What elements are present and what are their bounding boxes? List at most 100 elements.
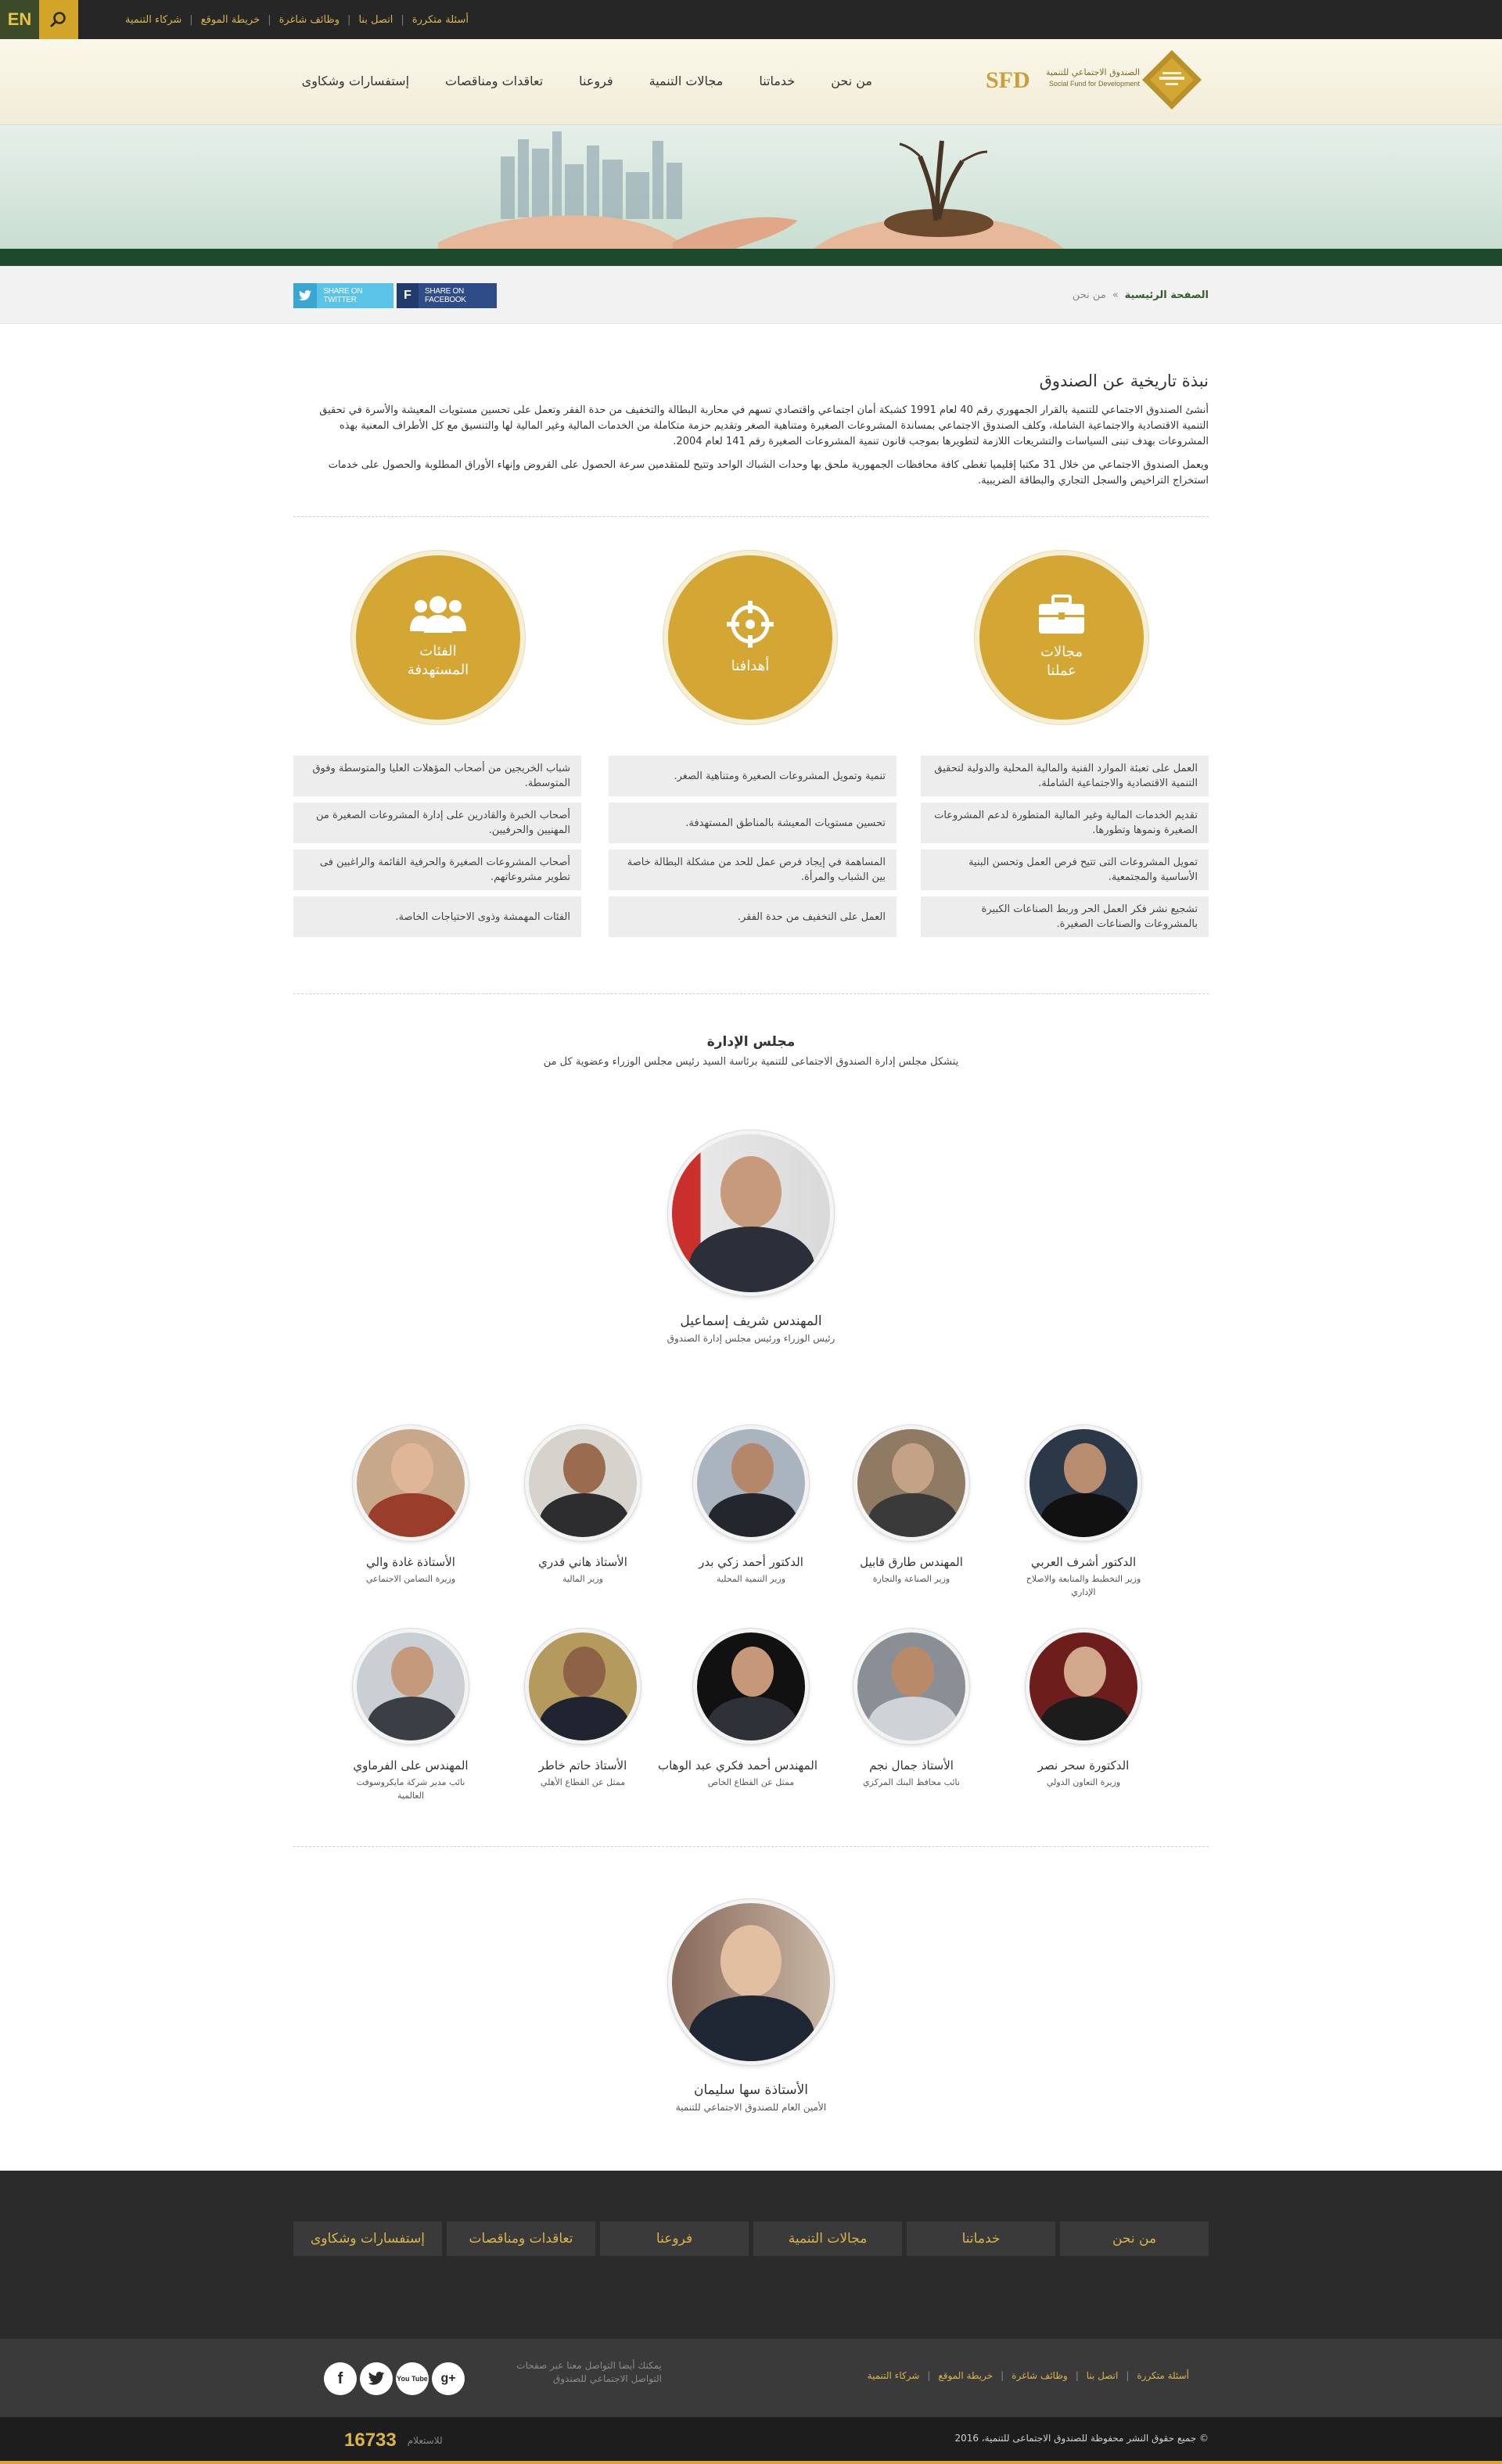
top-link-jobs[interactable]: وظائف شاغرة bbox=[271, 14, 347, 26]
top-bar: EN أسئلة متكررة | اتصل بنا | وظائف شاغرة | … bbox=[0, 0, 1502, 39]
youtube-icon[interactable]: You Tube bbox=[396, 2362, 429, 2395]
avatar bbox=[693, 1425, 809, 1541]
site-header: SFD الصندوق الاجتماعي للتنمية Social Fun… bbox=[0, 39, 1502, 125]
language-switch-button[interactable]: EN bbox=[0, 0, 39, 39]
list-item: المساهمة في إيجاد فرص عمل للحد من مشكلة … bbox=[609, 849, 897, 890]
google-plus-icon[interactable]: g+ bbox=[432, 2362, 465, 2395]
divider bbox=[293, 993, 1209, 994]
target-icon bbox=[727, 601, 774, 648]
sfd-logo[interactable]: SFD الصندوق الاجتماعي للتنمية Social Fun… bbox=[986, 48, 1209, 111]
person-name: المهندس أحمد فكري عبد الوهاب bbox=[657, 1758, 817, 1773]
list-item: تقديم الخدمات المالية وغير المالية المتط… bbox=[921, 803, 1209, 843]
list-item: تحسين مستويات المعيشة بالمناطق المستهدفة… bbox=[609, 803, 897, 843]
hotline-label: للاستعلام bbox=[407, 2435, 443, 2446]
footer-nav-inquiries[interactable]: إستفسارات وشكاوى bbox=[293, 2222, 442, 2256]
nav-tenders[interactable]: تعاقدات ومناقصات bbox=[445, 74, 543, 88]
person-name: الدكتورة سحر نصر bbox=[1037, 1758, 1130, 1773]
person-name: الدكتور أحمد زكي بدر bbox=[699, 1555, 803, 1569]
list-item: تنمية وتمويل المشروعات الصغيرة ومتناهية … bbox=[609, 756, 897, 796]
person-role: وزيرة التضامن الاجتماعي bbox=[365, 1574, 456, 1584]
top-link-contact[interactable]: اتصل بنا bbox=[350, 14, 401, 26]
nav-inquiries[interactable]: إستفسارات وشكاوى bbox=[302, 74, 409, 88]
person-name: الدكتور أشرف العربي bbox=[1030, 1555, 1137, 1569]
avatar bbox=[853, 1629, 969, 1744]
person-name: الأستاذ حاتم خاطر bbox=[538, 1758, 627, 1773]
footer-nav-branches[interactable]: فروعنا bbox=[600, 2222, 749, 2256]
person-name: الأستاذ هاني قدري bbox=[538, 1555, 627, 1569]
footer-bottom-bar: © جميع حقوق النشر محفوظة للصندوق الاجتما… bbox=[0, 2417, 1502, 2464]
nav-development[interactable]: مجالات التنمية bbox=[649, 74, 724, 88]
briefcase-icon bbox=[1039, 594, 1084, 634]
breadcrumb-current: من نحن bbox=[1072, 289, 1106, 301]
person-role: الأمين العام للصندوق الاجتماعي للتنمية bbox=[675, 2102, 827, 2113]
twitter-icon bbox=[293, 283, 318, 308]
board-chair: المهندس شريف إسماعيل رئيس الوزراء ورئيس … bbox=[634, 1130, 868, 1345]
logo-arabic: الصندوق الاجتماعي للتنمية bbox=[1046, 67, 1140, 77]
nav-about[interactable]: من نحن bbox=[831, 74, 872, 88]
pillar-goals[interactable]: أهدافنا bbox=[668, 555, 832, 720]
person-role: رئيس الوزراء ورئيس مجلس إدارة الصندوق bbox=[667, 1333, 835, 1344]
share-facebook-button[interactable]: f SHARE ON FACEBOOK bbox=[397, 283, 497, 308]
list-item: العمل على التخفيف من حدة الفقر. bbox=[609, 896, 897, 937]
logo-english: Social Fund for Development bbox=[1048, 80, 1140, 88]
top-link-faq[interactable]: أسئلة متكررة bbox=[404, 14, 476, 26]
divider bbox=[293, 516, 1209, 517]
footer-link-sitemap[interactable]: خريطة الموقع bbox=[930, 2370, 1001, 2381]
breadcrumb-bar: الصفحة الرئيسية » من نحن SHARE ON TWITTE… bbox=[0, 266, 1502, 324]
person-role: ممثل عن القطاع الأهلي bbox=[540, 1777, 626, 1787]
nav-branches[interactable]: فروعنا bbox=[579, 74, 613, 88]
hero-banner bbox=[0, 125, 1502, 249]
footer-nav-services[interactable]: خدماتنا bbox=[907, 2222, 1055, 2256]
person-role: وزير التنمية المحلية bbox=[716, 1574, 786, 1584]
top-link-partners[interactable]: شركاء التنمية bbox=[117, 14, 189, 26]
footer-link-contact[interactable]: اتصل بنا bbox=[1079, 2370, 1126, 2381]
divider bbox=[293, 1846, 1209, 1847]
pillar-work-areas[interactable]: مجالات عملنا bbox=[979, 555, 1144, 720]
search-button[interactable] bbox=[39, 0, 78, 39]
pillar-title: الفئات المستهدفة bbox=[407, 643, 469, 678]
footer-nav-about[interactable]: من نحن bbox=[1060, 2222, 1209, 2256]
breadcrumb-separator: » bbox=[1112, 289, 1119, 301]
nav-services[interactable]: خدماتنا bbox=[759, 74, 795, 88]
person-role: ممثل عن القطاع الخاص bbox=[707, 1777, 795, 1787]
board-member: الدكتور أحمد زكي بدر وزير التنمية المحلي… bbox=[685, 1425, 817, 1586]
list-item: الفئات المهمشة وذوى الاحتياجات الخاصة. bbox=[293, 896, 581, 937]
avatar bbox=[1026, 1629, 1141, 1744]
board-member: الأستاذ جمال نجم نائب محافظ البنك المركز… bbox=[845, 1629, 978, 1789]
about-title: نبذة تاريخية عن الصندوق bbox=[1039, 372, 1209, 390]
avatar bbox=[1026, 1425, 1141, 1541]
board-subtitle: يتشكل مجلس إدارة الصندوق الاجتماعى للتنم… bbox=[543, 1056, 959, 1068]
pillar-target-groups[interactable]: الفئات المستهدفة bbox=[356, 555, 520, 720]
person-name: المهندس طارق قابيل bbox=[860, 1555, 963, 1569]
board-member: المهندس أحمد فكري عبد الوهاب ممثل عن الق… bbox=[657, 1629, 817, 1789]
hotline-number[interactable]: 16733 bbox=[344, 2430, 397, 2451]
list-item: تشجيع نشر فكر العمل الحر وربط الصناعات ا… bbox=[921, 896, 1209, 937]
avatar bbox=[693, 1629, 809, 1744]
pillar-title: مجالات عملنا bbox=[1040, 644, 1083, 679]
top-link-sitemap[interactable]: خريطة الموقع bbox=[193, 14, 268, 26]
avatar bbox=[525, 1425, 641, 1541]
person-role: وزير الصناعة والتجارة bbox=[872, 1574, 950, 1584]
footer-link-faq[interactable]: أسئلة متكررة bbox=[1129, 2370, 1197, 2381]
facebook-icon[interactable]: f bbox=[324, 2362, 357, 2395]
footer-link-jobs[interactable]: وظائف شاغرة bbox=[1004, 2370, 1075, 2381]
person-role: وزير المالية bbox=[562, 1574, 603, 1584]
list-item: أصحاب المشروعات الصغيرة والحرفية القائمة… bbox=[293, 849, 581, 890]
person-name: الأستاذة سها سليمان bbox=[693, 2082, 808, 2098]
share-twitter-button[interactable]: SHARE ON TWITTER bbox=[293, 283, 393, 308]
about-paragraph-1: أنشئ الصندوق الاجتماعي للتنمية بالقرار ا… bbox=[319, 404, 1209, 447]
list-item: العمل على تعبئة الموارد الفنية والمالية … bbox=[921, 756, 1209, 796]
avatar bbox=[353, 1629, 469, 1744]
board-title: مجلس الإدارة bbox=[706, 1034, 796, 1050]
breadcrumb-home[interactable]: الصفحة الرئيسية bbox=[1125, 289, 1209, 301]
person-role: وزيرة التعاون الدولي bbox=[1046, 1777, 1121, 1787]
twitter-icon[interactable] bbox=[360, 2362, 393, 2395]
footer-nav-tenders[interactable]: تعاقدات ومناقصات bbox=[447, 2222, 595, 2256]
search-icon bbox=[50, 12, 66, 27]
person-name: المهندس على الفرماوي bbox=[353, 1758, 469, 1773]
footer-nav-development[interactable]: مجالات التنمية bbox=[753, 2222, 902, 2256]
person-name: الأستاذة غادة والي bbox=[366, 1555, 455, 1569]
footer-link-partners[interactable]: شركاء التنمية bbox=[860, 2370, 928, 2381]
pillar-list-goals: تنمية وتمويل المشروعات الصغيرة ومتناهية … bbox=[609, 756, 897, 943]
share-twitter-label: SHARE ON TWITTER bbox=[323, 287, 363, 304]
